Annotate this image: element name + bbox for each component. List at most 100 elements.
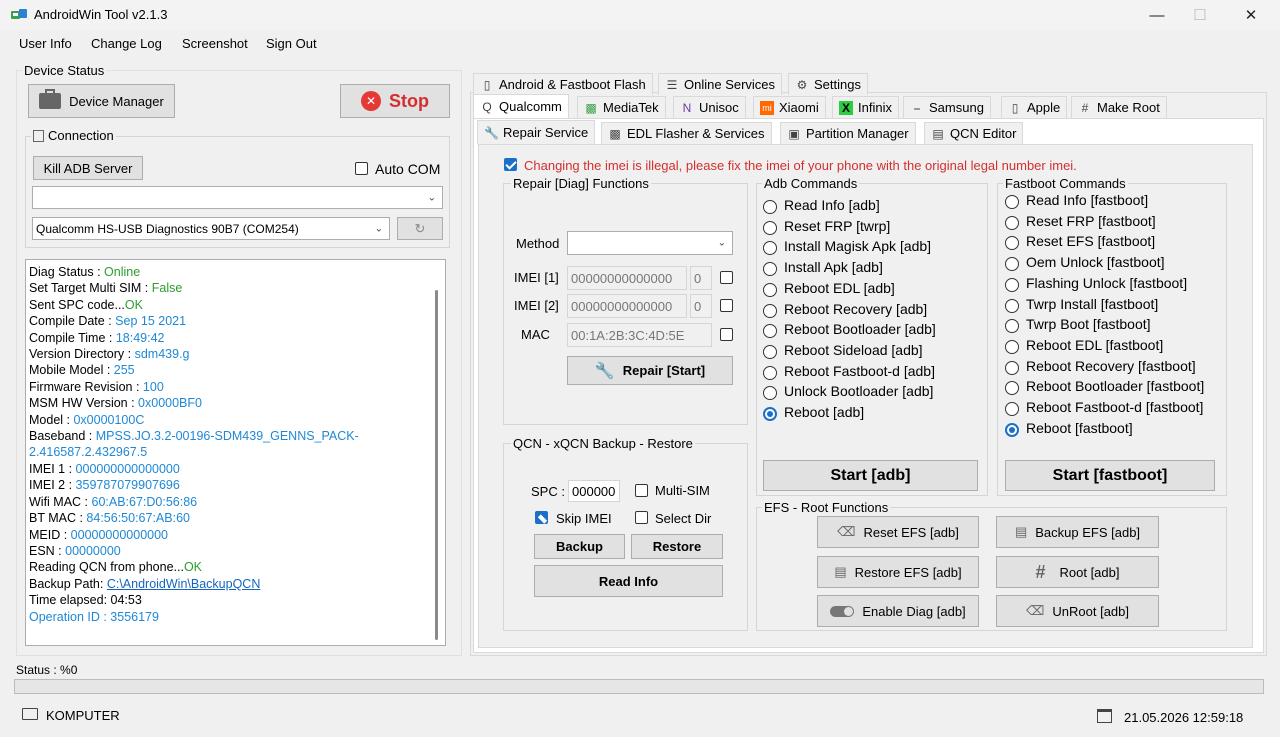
- log-scrollbar[interactable]: [430, 262, 444, 644]
- adb-option-label[interactable]: Unlock Bootloader [adb]: [784, 383, 933, 399]
- adb-option-label[interactable]: Install Apk [adb]: [784, 259, 883, 275]
- tab-edl-flasher[interactable]: ▩ EDL Flasher & Services: [601, 122, 772, 144]
- adb-option-label[interactable]: Reboot [adb]: [784, 404, 864, 420]
- tab-online-services[interactable]: ☰ Online Services: [658, 73, 783, 95]
- select-dir-checkbox[interactable]: [635, 511, 648, 524]
- tab-make-root[interactable]: # Make Root: [1071, 96, 1167, 118]
- tab-android-fastboot-flash[interactable]: ▯ Android & Fastboot Flash: [473, 73, 653, 95]
- multi-sim-checkbox[interactable]: [635, 484, 648, 497]
- tab-qcn-editor[interactable]: ▤ QCN Editor: [924, 122, 1024, 144]
- fastboot-radio[interactable]: [1005, 360, 1019, 375]
- mac-checkbox[interactable]: [720, 328, 733, 341]
- imei-warning-checkbox[interactable]: [504, 158, 517, 171]
- tab-repair-service[interactable]: 🔧 Repair Service: [477, 120, 596, 144]
- tab-infinix[interactable]: X Infinix: [832, 96, 899, 118]
- tab-unisoc[interactable]: N Unisoc: [673, 96, 746, 118]
- adb-option-label[interactable]: Reboot Bootloader [adb]: [784, 321, 936, 337]
- adb-radio[interactable]: [763, 200, 777, 214]
- imei2-checkbox[interactable]: [720, 299, 733, 312]
- fastboot-option-label[interactable]: Reset FRP [fastboot]: [1026, 213, 1156, 229]
- fastboot-option-label[interactable]: Twrp Install [fastboot]: [1026, 296, 1158, 312]
- read-info-button[interactable]: Read Info: [534, 565, 723, 597]
- adb-radio[interactable]: [763, 344, 777, 359]
- adb-option-label[interactable]: Reboot Recovery [adb]: [784, 301, 927, 317]
- adb-option-label[interactable]: Reboot Fastboot-d [adb]: [784, 363, 935, 379]
- tab-qualcomm[interactable]: Q Qualcomm: [473, 94, 569, 118]
- tab-partition-manager[interactable]: ▣ Partition Manager: [780, 122, 916, 144]
- adb-radio[interactable]: [763, 262, 777, 277]
- device-combo[interactable]: Qualcomm HS-USB Diagnostics 90B7 (COM254…: [32, 217, 390, 240]
- maximize-button[interactable]: ☐: [1177, 0, 1223, 30]
- start-fastboot-button[interactable]: Start [fastboot]: [1005, 460, 1215, 491]
- skip-imei-checkbox[interactable]: [535, 511, 548, 524]
- stop-button[interactable]: ✕ Stop: [340, 84, 450, 118]
- fastboot-radio[interactable]: [1005, 402, 1019, 416]
- kill-adb-button[interactable]: Kill ADB Server: [33, 156, 143, 180]
- menu-screenshot[interactable]: Screenshot: [182, 36, 248, 51]
- refresh-button[interactable]: ↻: [397, 217, 443, 240]
- tab-xiaomi[interactable]: mi Xiaomi: [753, 96, 826, 118]
- backup-button[interactable]: Backup: [534, 534, 625, 559]
- reset-efs-button[interactable]: ⌫ Reset EFS [adb]: [817, 516, 979, 548]
- tab-apple[interactable]: ▯ Apple: [1001, 96, 1068, 118]
- tab-settings[interactable]: ⚙ Settings: [788, 73, 868, 95]
- spc-input[interactable]: 000000: [568, 480, 620, 502]
- adb-radio[interactable]: [763, 282, 777, 297]
- device-manager-button[interactable]: Device Manager: [28, 84, 175, 118]
- adb-option-label[interactable]: Reboot EDL [adb]: [784, 280, 895, 296]
- fastboot-radio[interactable]: [1005, 339, 1019, 354]
- adb-radio[interactable]: [763, 407, 777, 421]
- unroot-button[interactable]: ⌫ UnRoot [adb]: [996, 595, 1159, 627]
- imei1-check-digit[interactable]: 0: [690, 266, 712, 290]
- adb-option-label[interactable]: Install Magisk Apk [adb]: [784, 238, 931, 254]
- fastboot-option-label[interactable]: Reboot [fastboot]: [1026, 420, 1133, 436]
- fastboot-option-label[interactable]: Flashing Unlock [fastboot]: [1026, 275, 1187, 291]
- imei1-input[interactable]: 00000000000000: [567, 266, 687, 290]
- fastboot-option-label[interactable]: Reboot EDL [fastboot]: [1026, 337, 1163, 353]
- log-line: Sent SPC code...OK: [29, 297, 442, 313]
- mac-input[interactable]: 00:1A:2B:3C:4D:5E: [567, 323, 712, 347]
- adb-radio[interactable]: [763, 303, 777, 318]
- fastboot-option-label[interactable]: Twrp Boot [fastboot]: [1026, 316, 1151, 332]
- port-combo[interactable]: ⌄: [32, 186, 443, 209]
- auto-com-checkbox[interactable]: [355, 162, 368, 175]
- close-button[interactable]: ✕: [1228, 0, 1274, 30]
- fastboot-option-label[interactable]: Reboot Recovery [fastboot]: [1026, 358, 1196, 374]
- start-adb-button[interactable]: Start [adb]: [763, 460, 978, 491]
- fastboot-option-label[interactable]: Reboot Bootloader [fastboot]: [1026, 378, 1204, 394]
- log-key: Wifi MAC :: [29, 494, 92, 509]
- fastboot-radio[interactable]: [1005, 277, 1019, 292]
- adb-option-label[interactable]: Read Info [adb]: [784, 197, 880, 213]
- repair-start-button[interactable]: 🔧 Repair [Start]: [567, 356, 733, 385]
- restore-button[interactable]: Restore: [631, 534, 723, 559]
- adb-option-label[interactable]: Reset FRP [twrp]: [784, 218, 890, 234]
- fastboot-radio[interactable]: [1005, 215, 1019, 230]
- restore-efs-button[interactable]: ▤ Restore EFS [adb]: [817, 556, 979, 588]
- fastboot-radio[interactable]: [1005, 257, 1019, 272]
- fastboot-option-label[interactable]: Read Info [fastboot]: [1026, 192, 1148, 208]
- imei1-checkbox[interactable]: [720, 271, 733, 284]
- adb-radio[interactable]: [763, 365, 777, 380]
- repair-start-label: Repair [Start]: [622, 363, 706, 378]
- adb-option-label[interactable]: Reboot Sideload [adb]: [784, 342, 923, 358]
- backup-path-link[interactable]: C:\AndroidWin\BackupQCN: [107, 577, 261, 591]
- imei2-input[interactable]: 00000000000000: [567, 294, 687, 318]
- fastboot-option-label[interactable]: Oem Unlock [fastboot]: [1026, 254, 1165, 270]
- adb-radio[interactable]: [763, 220, 777, 235]
- menu-change-log[interactable]: Change Log: [91, 36, 162, 51]
- fastboot-radio[interactable]: [1005, 298, 1019, 313]
- root-button[interactable]: # Root [adb]: [996, 556, 1159, 588]
- tab-samsung[interactable]: ⎯ Samsung: [903, 96, 991, 118]
- menu-sign-out[interactable]: Sign Out: [266, 36, 317, 51]
- imei2-check-digit[interactable]: 0: [690, 294, 712, 318]
- enable-diag-button[interactable]: Enable Diag [adb]: [817, 595, 979, 627]
- backup-efs-button[interactable]: ▤ Backup EFS [adb]: [996, 516, 1159, 548]
- fastboot-option-label[interactable]: Reset EFS [fastboot]: [1026, 233, 1155, 249]
- fastboot-option-label[interactable]: Reboot Fastboot-d [fastboot]: [1026, 399, 1203, 415]
- fastboot-radio[interactable]: [1005, 195, 1019, 209]
- minimize-button[interactable]: —: [1134, 0, 1180, 30]
- tab-mediatek[interactable]: ▩ MediaTek: [577, 96, 666, 118]
- method-combo[interactable]: ⌄: [567, 231, 733, 255]
- fastboot-radio[interactable]: [1005, 422, 1019, 437]
- menu-user-info[interactable]: User Info: [19, 36, 72, 51]
